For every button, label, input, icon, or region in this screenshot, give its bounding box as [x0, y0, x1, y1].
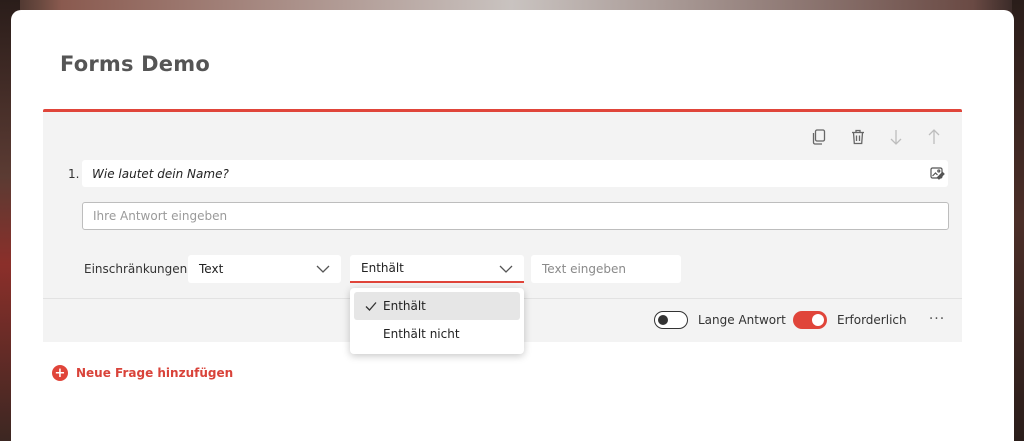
toggle-knob	[658, 315, 668, 325]
trash-icon[interactable]	[849, 128, 867, 146]
add-question-button[interactable]: + Neue Frage hinzufügen	[52, 364, 233, 382]
chevron-down-icon	[498, 262, 514, 276]
question-number: 1.	[68, 167, 80, 181]
long-answer-label: Lange Antwort	[698, 313, 786, 327]
required-label: Erforderlich	[837, 313, 907, 327]
copy-icon[interactable]	[810, 128, 828, 146]
constraint-text-input[interactable]: Text eingeben	[531, 255, 681, 283]
dropdown-option-label: Enthält	[383, 299, 426, 313]
constraint-condition-select[interactable]: Enthält	[350, 255, 524, 283]
dropdown-option-label: Enthält nicht	[383, 327, 460, 341]
dropdown-option-contains[interactable]: Enthält	[354, 292, 520, 320]
required-toggle[interactable]	[793, 311, 827, 329]
toggle-knob	[812, 314, 824, 326]
constraints-label: Einschränkungen	[84, 262, 188, 276]
condition-dropdown-menu: Enthält Enthält nicht	[350, 288, 524, 354]
page-title: Forms Demo	[60, 52, 210, 76]
chevron-down-icon	[315, 262, 331, 276]
question-title-field[interactable]: Wie lautet dein Name?	[82, 160, 948, 187]
check-icon	[365, 300, 377, 312]
more-options-icon[interactable]: ···	[928, 311, 946, 327]
arrow-down-icon[interactable]	[887, 128, 905, 146]
dropdown-option-not-contains[interactable]: Enthält nicht	[354, 320, 520, 348]
constraint-condition-value: Enthält	[361, 261, 404, 275]
question-title-text: Wie lautet dein Name?	[92, 166, 229, 181]
add-question-label: Neue Frage hinzufügen	[76, 366, 234, 380]
constraint-type-value: Text	[199, 262, 224, 276]
add-circle-icon: +	[52, 365, 68, 381]
arrow-up-icon[interactable]	[925, 128, 943, 146]
long-answer-toggle[interactable]	[654, 311, 688, 329]
question-accent-bar	[43, 109, 962, 112]
constraint-type-select[interactable]: Text	[188, 255, 341, 283]
edit-image-icon[interactable]	[929, 165, 945, 181]
answer-input[interactable]: Ihre Antwort eingeben	[82, 202, 949, 230]
